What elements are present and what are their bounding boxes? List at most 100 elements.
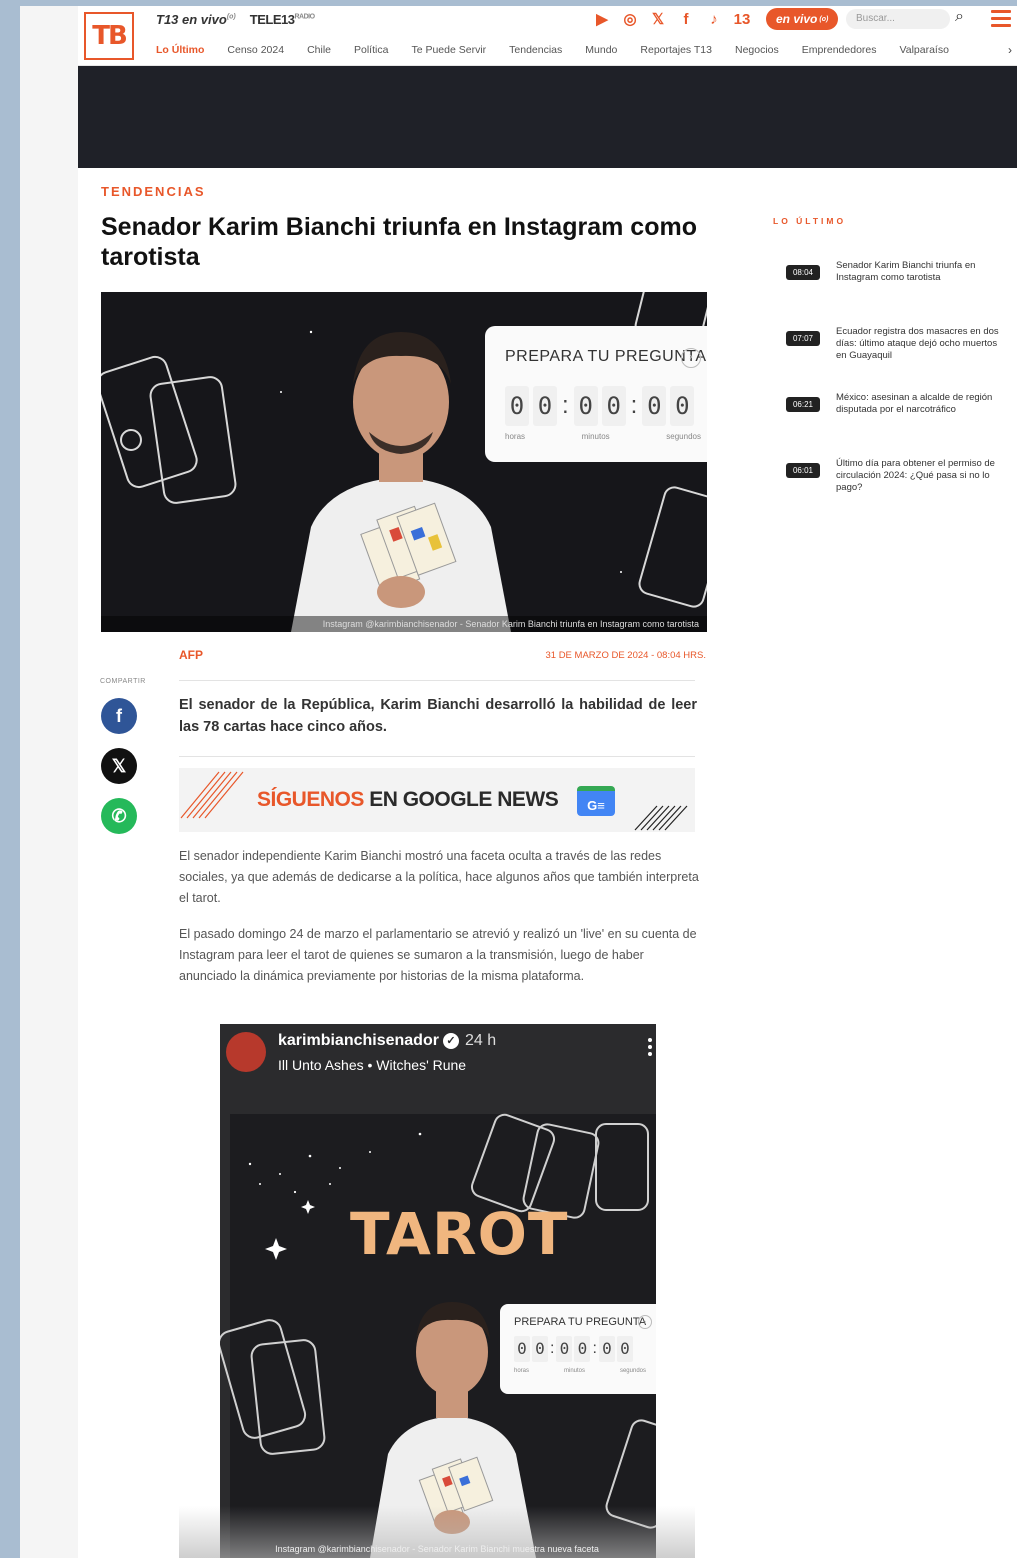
t13-en-vivo-sup: (o) <box>226 13 236 21</box>
tiktok-icon[interactable]: ♪ <box>705 11 723 28</box>
news-headline: México: asesinan a alcalde de región dis… <box>836 392 993 415</box>
en-vivo-sup: (o) <box>819 15 829 23</box>
countdown-digit: 0 <box>616 1336 633 1362</box>
tele13-radio-link[interactable]: TELE13RADIO <box>250 12 315 27</box>
more-options-icon[interactable] <box>648 1038 652 1059</box>
share-whatsapp-button[interactable]: ✆ <box>101 798 137 834</box>
instagram-username-text: karimbianchisenador <box>278 1032 439 1049</box>
nav-item-censo-2024[interactable]: Censo 2024 <box>227 44 284 56</box>
nav-item-lo-ultimo[interactable]: Lo Último <box>156 44 204 56</box>
verified-check-icon: ✓ <box>442 1033 459 1049</box>
instagram-embed[interactable]: karimbianchisenador ✓ 24 h Ill Unto Ashes … <box>220 1024 656 1558</box>
latest-news-list: 08:04 Senador Karim Bianchi triunfa en I… <box>786 260 1006 524</box>
embed-countdown-title: PREPARA TU PREGUNTA <box>514 1316 647 1328</box>
article-paragraph: El senador independiente Karim Bianchi m… <box>179 849 699 905</box>
instagram-icon[interactable]: ◎ <box>621 10 639 28</box>
nav-item-mundo[interactable]: Mundo <box>585 44 617 56</box>
countdown-digit: 0 <box>505 386 529 426</box>
latest-news-item[interactable]: 06:01 Último día para obtener el permiso… <box>786 458 1006 524</box>
nav-item-reportajes[interactable]: Reportajes T13 <box>640 44 712 56</box>
social-icons: ▶ ◎ 𝕏 f ♪ 13 <box>593 10 751 29</box>
countdown-separator: : <box>630 392 638 419</box>
latest-news-item[interactable]: 06:21 México: asesinan a alcalde de regi… <box>786 392 1006 458</box>
latest-news-item[interactable]: 08:04 Senador Karim Bianchi triunfa en I… <box>786 260 1006 326</box>
site-header: TB T13 en vivo(o) TELE13RADIO ▶ ◎ 𝕏 f ♪ … <box>78 6 1017 66</box>
countdown-digit: 0 <box>573 386 598 426</box>
countdown-widget: PREPARA TU PREGUNTA › 0 0 : 0 0 : 0 0 ho… <box>485 326 707 462</box>
countdown-label-minutos: minutos <box>563 1368 585 1374</box>
search-icon[interactable]: ⌕ <box>955 8 964 26</box>
news-headline: Ecuador registra dos masacres en dos día… <box>836 326 999 361</box>
countdown-title: PREPARA TU PREGUNTA <box>505 348 707 365</box>
nav-item-negocios[interactable]: Negocios <box>735 44 779 56</box>
countdown-label-horas: horas <box>505 432 526 441</box>
share-x-button[interactable]: 𝕏 <box>101 748 137 784</box>
countdown-label-segundos: segundos <box>619 1368 646 1374</box>
embed-countdown-arrow-icon: › <box>638 1315 652 1329</box>
whatsapp-icon: ✆ <box>111 805 127 826</box>
x-icon: 𝕏 <box>111 755 127 776</box>
embed-countdown-widget: PREPARA TU PREGUNTA › 0 0 : 0 0 : 0 0 ho… <box>500 1304 656 1394</box>
countdown-digit: 0 <box>670 386 695 426</box>
tele13-radio-label: TELE13 <box>249 12 295 27</box>
countdown-labels: horas minutos segundos <box>505 432 701 441</box>
x-icon[interactable]: 𝕏 <box>649 10 667 28</box>
instagram-time-ago: 24 h <box>464 1032 497 1049</box>
tarot-heading: TAROT <box>350 1200 569 1268</box>
embed-countdown-digits: 0 0 : 0 0 : 0 0 <box>514 1336 633 1362</box>
instagram-username[interactable]: karimbianchisenador ✓ 24 h <box>278 1032 496 1050</box>
article-title: Senador Karim Bianchi triunfa en Instagr… <box>101 213 697 271</box>
hero-caption: Instagram @karimbianchisenador - Senador… <box>101 616 707 632</box>
article-author[interactable]: AFP <box>179 648 203 662</box>
sidebar-title: LO ÚLTIMO <box>773 216 847 226</box>
facebook-icon[interactable]: f <box>677 11 695 28</box>
t13-en-vivo-label: T13 en vivo <box>156 12 227 27</box>
live-links: T13 en vivo(o) TELE13RADIO <box>156 12 315 27</box>
article-date: 31 DE MARZO DE 2024 - 08:04 HRS. <box>545 650 706 661</box>
countdown-digit: 0 <box>556 1336 573 1362</box>
instagram-avatar[interactable] <box>226 1032 266 1072</box>
news-headline: Último día para obtener el permiso de ci… <box>836 458 995 493</box>
countdown-digit: 0 <box>601 386 626 426</box>
countdown-digit: 0 <box>598 1336 615 1362</box>
t13-icon[interactable]: 13 <box>733 11 751 28</box>
google-news-banner[interactable]: SÍGUENOS EN GOOGLE NEWS G≡ <box>179 768 695 832</box>
page: TB T13 en vivo(o) TELE13RADIO ▶ ◎ 𝕏 f ♪ … <box>20 6 1017 1558</box>
nav-item-emprendedores[interactable]: Emprendedores <box>802 44 877 56</box>
tele13-radio-sup: RADIO <box>294 13 315 21</box>
nav-item-tendencias[interactable]: Tendencias <box>509 44 562 56</box>
latest-news-item[interactable]: 07:07 Ecuador registra dos masacres en d… <box>786 326 1006 392</box>
nav-item-chile[interactable]: Chile <box>307 44 331 56</box>
facebook-icon: f <box>116 705 122 726</box>
countdown-digit: 0 <box>514 1336 530 1362</box>
search-input[interactable]: Buscar... <box>846 9 950 29</box>
nav-item-valparaiso[interactable]: Valparaíso <box>900 44 949 56</box>
share-facebook-button[interactable]: f <box>101 698 137 734</box>
nav-item-politica[interactable]: Política <box>354 44 388 56</box>
google-news-icon: G≡ <box>577 786 615 816</box>
countdown-digits: 0 0 : 0 0 : 0 0 <box>505 386 695 426</box>
countdown-separator: : <box>550 1340 555 1357</box>
en-vivo-label: en vivo <box>776 12 818 26</box>
nav-next-arrow-icon[interactable]: › <box>1008 43 1012 57</box>
youtube-icon[interactable]: ▶ <box>593 10 611 28</box>
t13-en-vivo-link[interactable]: T13 en vivo(o) <box>156 12 236 27</box>
news-time-badge: 07:07 <box>786 331 820 346</box>
en-vivo-button[interactable]: en vivo (o) <box>766 8 839 30</box>
news-time-badge: 06:01 <box>786 463 820 478</box>
countdown-separator: : <box>592 1340 597 1357</box>
hamburger-menu-icon[interactable] <box>991 6 1011 31</box>
countdown-digit: 0 <box>574 1336 591 1362</box>
countdown-arrow-icon: › <box>681 348 701 368</box>
divider <box>179 756 695 757</box>
news-time-badge: 06:21 <box>786 397 820 412</box>
google-news-text-part2: EN GOOGLE NEWS <box>363 788 559 811</box>
t13-logo[interactable]: TB <box>84 12 134 60</box>
countdown-digit: 0 <box>532 1336 548 1362</box>
main-nav: Lo Último Censo 2024 Chile Política Te P… <box>156 44 949 56</box>
nav-item-te-puede-servir[interactable]: Te Puede Servir <box>411 44 486 56</box>
news-headline: Senador Karim Bianchi triunfa en Instagr… <box>836 260 976 283</box>
countdown-digit: 0 <box>533 386 557 426</box>
ad-banner <box>78 66 1017 168</box>
section-label[interactable]: TENDENCIAS <box>101 184 206 199</box>
